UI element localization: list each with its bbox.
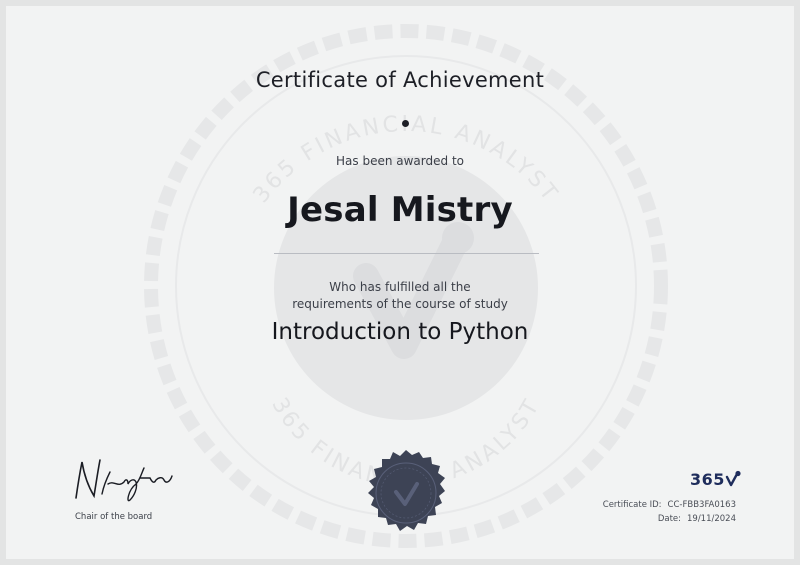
divider-line	[274, 253, 539, 254]
fulfilled-text: Who has fulfilled all the requirements o…	[6, 279, 794, 313]
brand-logo: 365	[690, 468, 741, 490]
title-dot-ornament	[402, 120, 409, 127]
signature-image	[75, 459, 173, 502]
fulfilled-line-2: requirements of the course of study	[292, 297, 508, 311]
certificate-title: Certificate of Achievement	[255, 68, 545, 92]
certificate-id-value: CC-FBB3FA0163	[667, 500, 736, 510]
certificate-id-label: Certificate ID:	[602, 500, 662, 510]
date-value: 19/11/2024	[687, 514, 736, 524]
brand-logo-text: 365	[690, 469, 725, 489]
fulfilled-line-1: Who has fulfilled all the	[329, 280, 471, 294]
checkmark-icon	[725, 470, 741, 487]
date-row: Date: 19/11/2024	[603, 512, 736, 526]
awarded-label: Has been awarded to	[336, 154, 464, 168]
certificate-id-row: Certificate ID: CC-FBB3FA0163	[603, 498, 736, 512]
signer-role: Chair of the board	[75, 512, 153, 522]
certificate: 365 FINANCIAL ANALYST 365 FINANCIAL ANAL…	[0, 0, 800, 565]
date-label: Date:	[657, 514, 681, 524]
course-name: Introduction to Python	[271, 319, 529, 345]
certificate-meta: Certificate ID: CC-FBB3FA0163 Date: 19/11/…	[603, 498, 736, 526]
recipient-name: Jesal Mistry	[287, 190, 513, 230]
seal-badge-icon	[368, 450, 445, 531]
